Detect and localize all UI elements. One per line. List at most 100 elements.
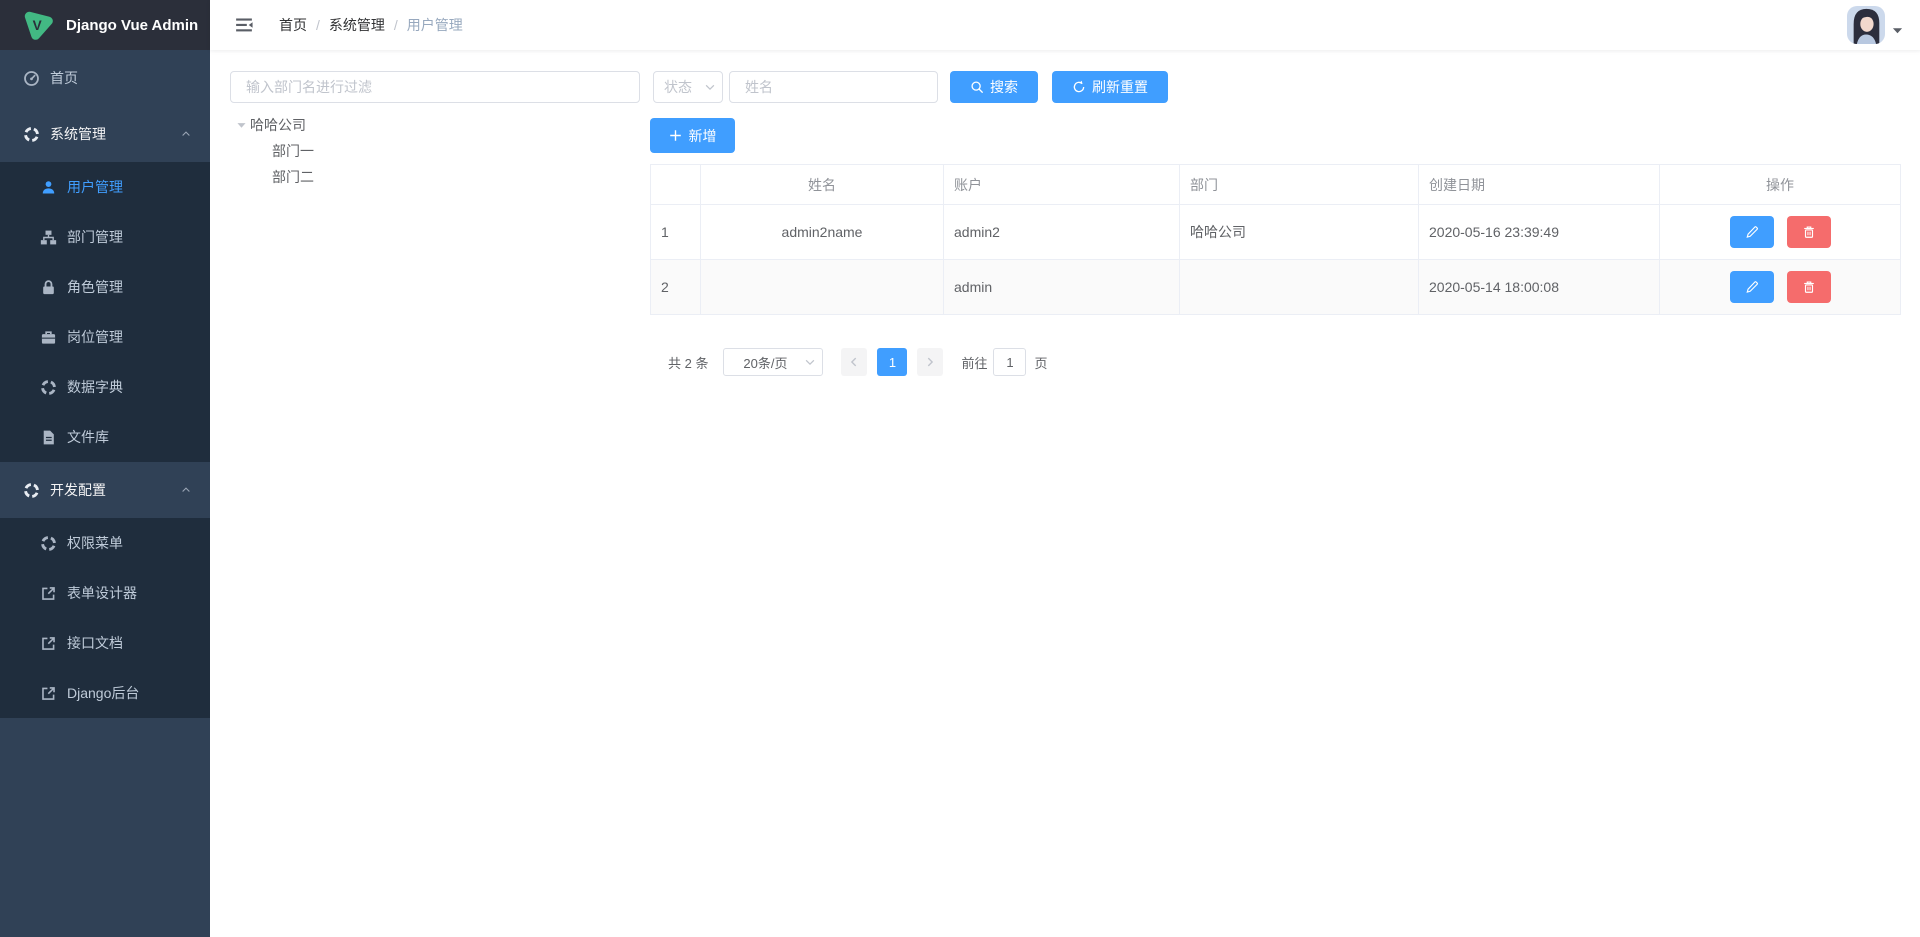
goto-label: 前往 bbox=[961, 353, 987, 372]
app-title: Django Vue Admin bbox=[66, 17, 198, 34]
cell-created: 2020-05-16 23:39:49 bbox=[1419, 205, 1660, 260]
page-number-button[interactable]: 1 bbox=[877, 348, 907, 376]
edit-button[interactable] bbox=[1730, 271, 1774, 303]
refresh-icon bbox=[1072, 80, 1086, 94]
tree-node-root[interactable]: 哈哈公司 bbox=[230, 112, 640, 138]
lifebuoy-icon bbox=[39, 534, 57, 552]
search-button[interactable]: 搜索 bbox=[950, 71, 1038, 103]
sidebar: V Django Vue Admin 首页 bbox=[0, 0, 210, 937]
sidebar-item-api-docs[interactable]: 接口文档 bbox=[0, 618, 210, 668]
next-page-button[interactable] bbox=[917, 348, 943, 376]
app-root: V Django Vue Admin 首页 bbox=[0, 0, 1920, 937]
breadcrumb-system[interactable]: 系统管理 bbox=[307, 15, 385, 35]
pencil-icon bbox=[1745, 225, 1759, 239]
sidebar-item-posts[interactable]: 岗位管理 bbox=[0, 312, 210, 362]
sidebar-submenu-system: 用户管理 部门管理 bbox=[0, 162, 210, 462]
users-table: 姓名 账户 部门 创建日期 操作 1 admin2name ad bbox=[650, 164, 1901, 315]
pagination: 共 2 条 1 前往 页 bbox=[650, 348, 1901, 376]
lifebuoy-icon bbox=[22, 481, 40, 499]
refresh-reset-button-label: 刷新重置 bbox=[1092, 77, 1148, 97]
sidebar-item-roles[interactable]: 角色管理 bbox=[0, 262, 210, 312]
briefcase-icon bbox=[39, 328, 57, 346]
chevron-up-icon bbox=[180, 128, 192, 140]
chevron-up-icon bbox=[180, 484, 192, 496]
user-icon bbox=[39, 178, 57, 196]
chevron-right-icon bbox=[924, 356, 936, 368]
col-header-dept: 部门 bbox=[1180, 165, 1419, 205]
tree-node-dept1[interactable]: 部门一 bbox=[230, 138, 640, 164]
avatar[interactable] bbox=[1847, 6, 1885, 44]
prev-page-button[interactable] bbox=[841, 348, 867, 376]
cell-index: 1 bbox=[651, 205, 701, 260]
status-select-wrap bbox=[653, 71, 723, 103]
department-tree: 哈哈公司 部门一 部门二 bbox=[230, 112, 640, 190]
sidebar-item-form-designer[interactable]: 表单设计器 bbox=[0, 568, 210, 618]
sidebar-item-permission-menu[interactable]: 权限菜单 bbox=[0, 518, 210, 568]
sidebar-item-label: Django后台 bbox=[67, 683, 139, 703]
table-header-row: 姓名 账户 部门 创建日期 操作 bbox=[651, 165, 1901, 205]
lifebuoy-icon bbox=[39, 378, 57, 396]
add-button[interactable]: 新增 bbox=[650, 118, 735, 153]
col-header-created: 创建日期 bbox=[1419, 165, 1660, 205]
col-header-account: 账户 bbox=[944, 165, 1180, 205]
caret-down-icon[interactable] bbox=[1892, 27, 1903, 35]
sidebar-group-label: 开发配置 bbox=[50, 480, 106, 500]
department-filter-input[interactable] bbox=[230, 71, 640, 103]
sidebar-item-files[interactable]: 文件库 bbox=[0, 412, 210, 462]
col-header-actions: 操作 bbox=[1660, 165, 1901, 205]
sidebar-item-home[interactable]: 首页 bbox=[0, 50, 210, 106]
external-link-icon bbox=[39, 634, 57, 652]
sidebar-item-label: 用户管理 bbox=[67, 177, 123, 197]
chevron-left-icon bbox=[848, 356, 860, 368]
external-link-icon bbox=[39, 684, 57, 702]
col-header-index bbox=[651, 165, 701, 205]
tree-node-dept2[interactable]: 部门二 bbox=[230, 164, 640, 190]
tree-node-label: 部门一 bbox=[272, 141, 314, 161]
dashboard-icon bbox=[22, 69, 40, 87]
delete-button[interactable] bbox=[1787, 216, 1831, 248]
search-button-label: 搜索 bbox=[990, 77, 1018, 97]
navbar: 首页 系统管理 用户管理 bbox=[210, 0, 1920, 50]
goto-page-input[interactable] bbox=[993, 348, 1026, 376]
app-logo[interactable]: V Django Vue Admin bbox=[0, 0, 210, 50]
trash-icon bbox=[1802, 280, 1816, 294]
delete-button[interactable] bbox=[1787, 271, 1831, 303]
sidebar-group-system[interactable]: 系统管理 bbox=[0, 106, 210, 162]
cell-dept: 哈哈公司 bbox=[1180, 205, 1419, 260]
table-row: 1 admin2name admin2 哈哈公司 2020-05-16 23:3… bbox=[651, 205, 1901, 260]
sidebar-item-django-admin[interactable]: Django后台 bbox=[0, 668, 210, 718]
table-row: 2 admin 2020-05-14 18:00:08 bbox=[651, 260, 1901, 315]
department-tree-panel: 哈哈公司 部门一 部门二 bbox=[230, 71, 640, 376]
status-select[interactable] bbox=[653, 71, 723, 103]
page-unit-label: 页 bbox=[1034, 353, 1047, 372]
sidebar-item-dictionary[interactable]: 数据字典 bbox=[0, 362, 210, 412]
lock-icon bbox=[39, 278, 57, 296]
sidebar-item-label: 角色管理 bbox=[67, 277, 123, 297]
pencil-icon bbox=[1745, 280, 1759, 294]
org-icon bbox=[39, 228, 57, 246]
cell-account: admin2 bbox=[944, 205, 1180, 260]
main-area: 首页 系统管理 用户管理 bbox=[210, 0, 1920, 937]
page-size-select[interactable] bbox=[723, 348, 823, 376]
sidebar-item-users[interactable]: 用户管理 bbox=[0, 162, 210, 212]
sidebar-item-label: 权限菜单 bbox=[67, 533, 123, 553]
refresh-reset-button[interactable]: 刷新重置 bbox=[1052, 71, 1168, 103]
menu-fold-icon[interactable] bbox=[235, 16, 253, 34]
cell-actions bbox=[1660, 260, 1901, 315]
sidebar-menu: 首页 系统管理 bbox=[0, 50, 210, 718]
edit-button[interactable] bbox=[1730, 216, 1774, 248]
search-icon bbox=[970, 80, 984, 94]
breadcrumb: 首页 系统管理 用户管理 bbox=[279, 15, 463, 35]
sidebar-item-label: 首页 bbox=[50, 68, 78, 88]
sidebar-item-departments[interactable]: 部门管理 bbox=[0, 212, 210, 262]
lifebuoy-icon bbox=[22, 125, 40, 143]
cell-dept bbox=[1180, 260, 1419, 315]
caret-down-icon[interactable] bbox=[232, 120, 250, 130]
sidebar-group-dev[interactable]: 开发配置 bbox=[0, 462, 210, 518]
tree-node-label: 部门二 bbox=[272, 167, 314, 187]
name-search-input[interactable] bbox=[729, 71, 938, 103]
external-link-icon bbox=[39, 584, 57, 602]
breadcrumb-home[interactable]: 首页 bbox=[279, 15, 307, 35]
sidebar-item-label: 部门管理 bbox=[67, 227, 123, 247]
app-logo-icon: V bbox=[22, 9, 54, 41]
